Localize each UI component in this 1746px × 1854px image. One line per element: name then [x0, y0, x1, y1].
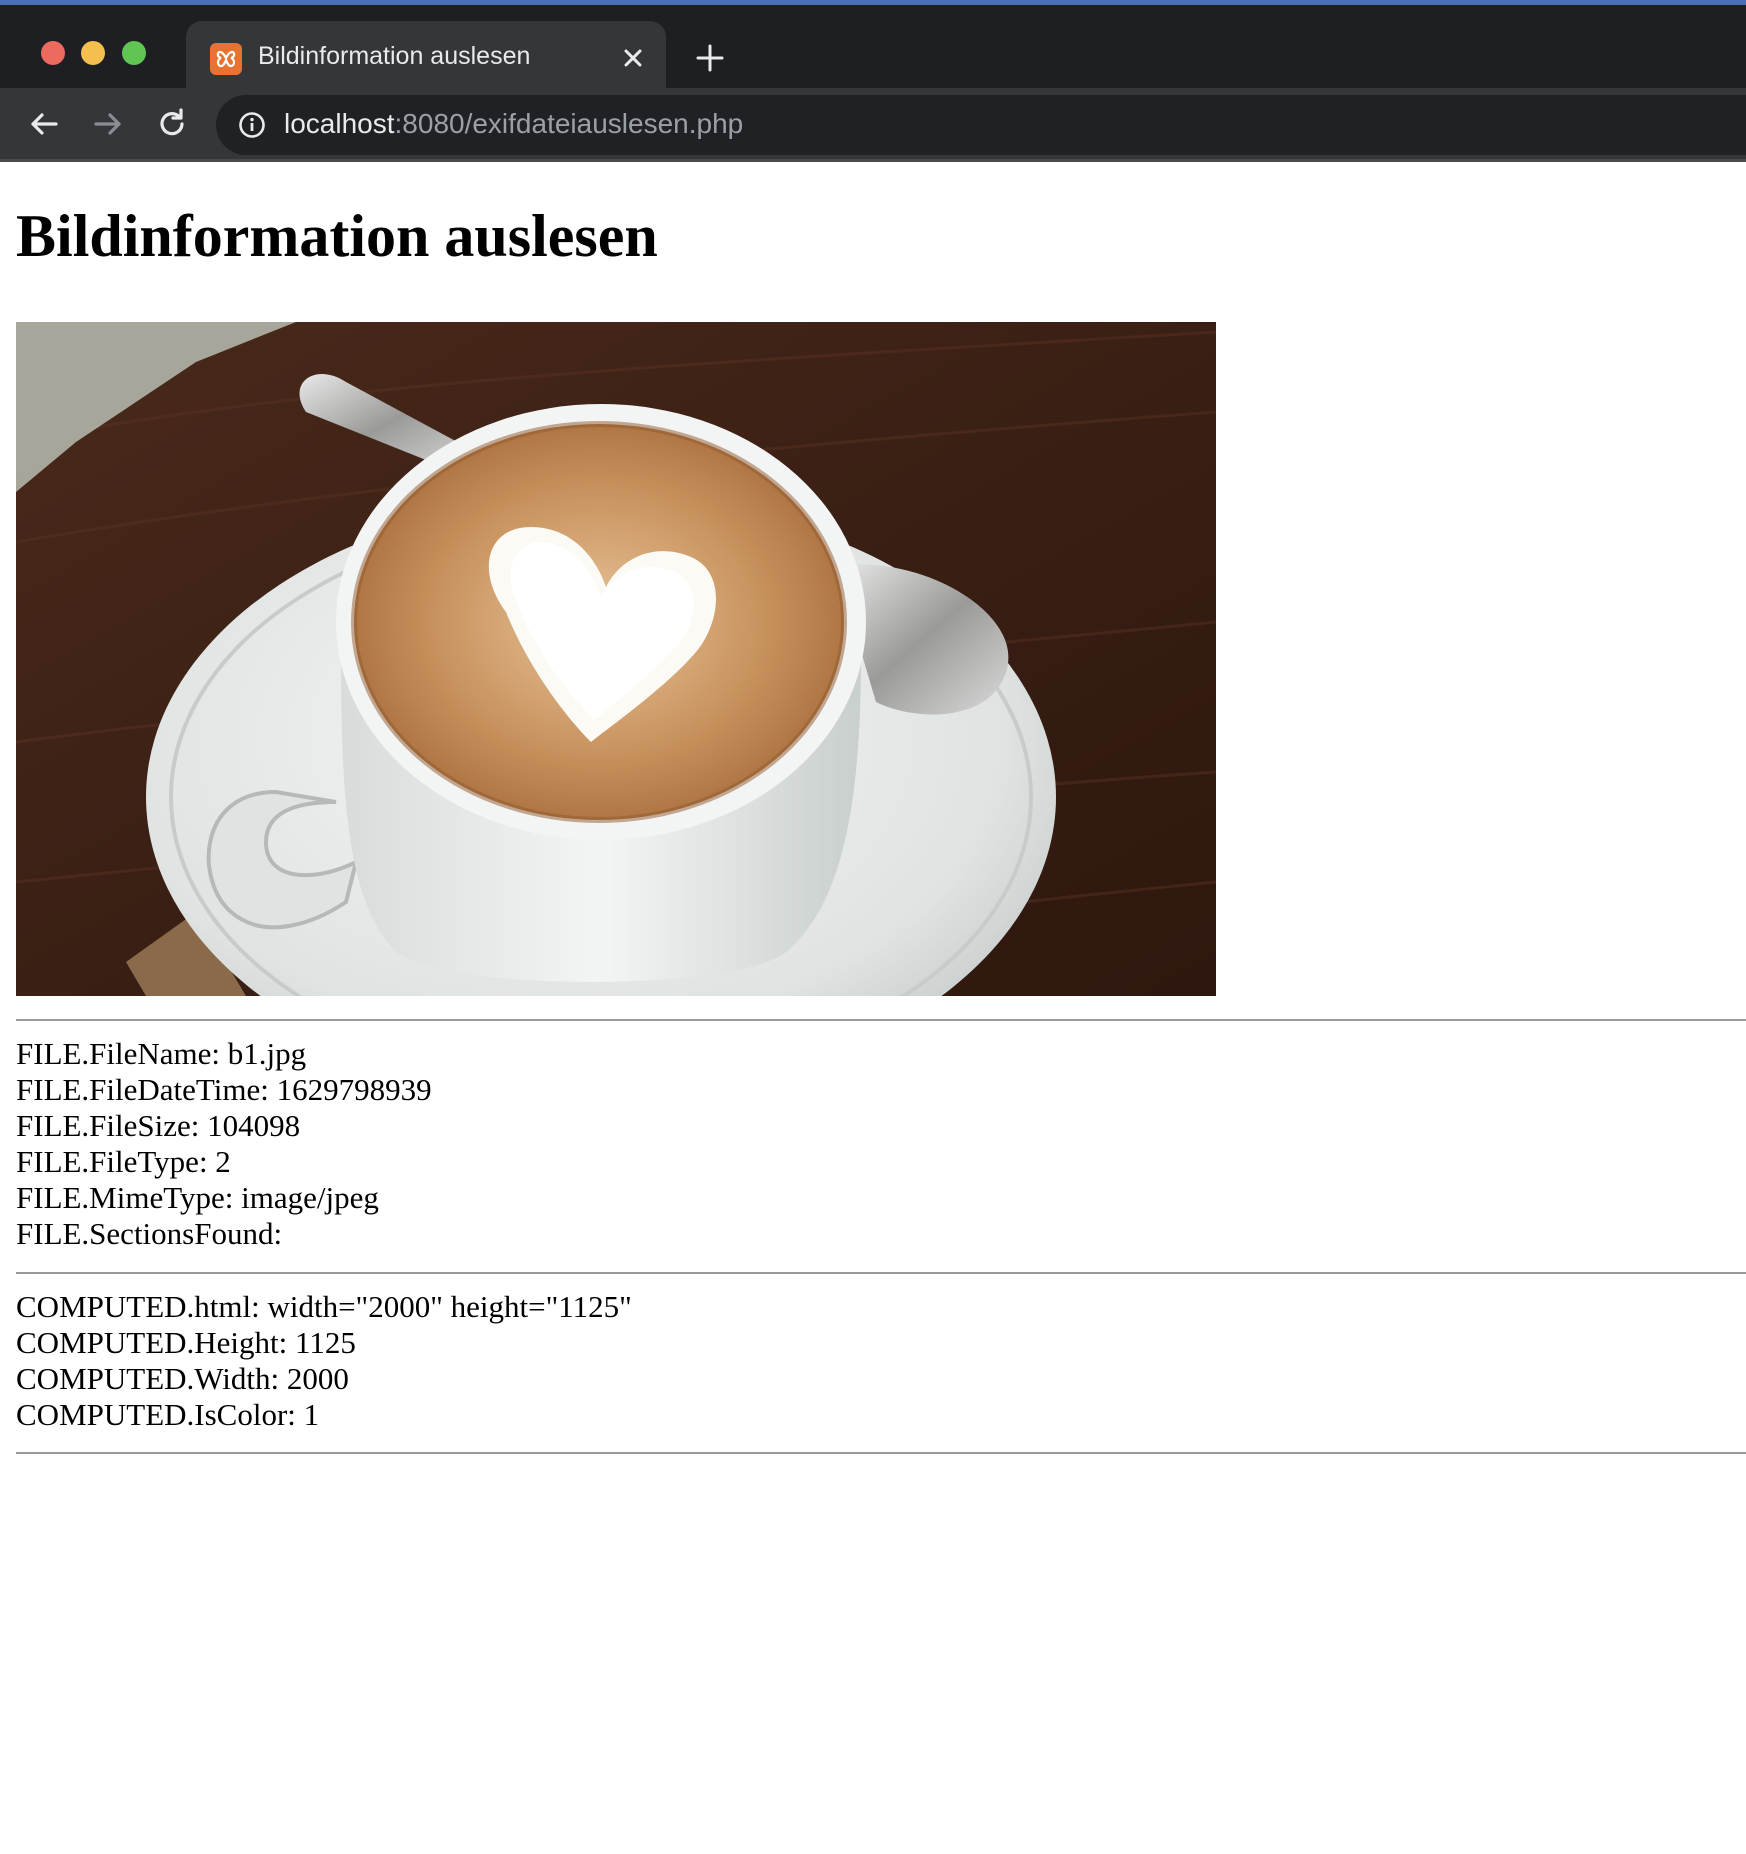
toolbar-divider [0, 159, 1746, 162]
url-host: localhost [284, 108, 395, 139]
file-info-line: FILE.FileName: b1.jpg [16, 1036, 307, 1071]
divider [16, 1019, 1746, 1021]
computed-info-line: COMPUTED.Height: 1125 [16, 1325, 356, 1360]
address-bar[interactable]: localhost:8080/exifdateiauslesen.php [216, 95, 1746, 155]
file-info-line: FILE.FileType: 2 [16, 1144, 231, 1179]
divider [16, 1452, 1746, 1454]
tab-active[interactable]: Bildinformation auslesen [186, 21, 666, 93]
info-icon[interactable] [238, 111, 266, 139]
url-text: localhost:8080/exifdateiauslesen.php [284, 108, 743, 140]
file-info-line: FILE.MimeType: image/jpeg [16, 1180, 379, 1215]
page-title: Bildinformation auslesen [16, 203, 658, 269]
maximize-window-button[interactable] [122, 41, 146, 65]
tab-bar: Bildinformation auslesen [0, 5, 1746, 93]
computed-info-list: COMPUTED.html: width="2000" height="1125… [16, 1289, 632, 1433]
back-arrow-icon[interactable] [26, 106, 62, 142]
divider [16, 1272, 1746, 1274]
computed-info-line: COMPUTED.IsColor: 1 [16, 1397, 320, 1432]
reload-icon[interactable] [154, 106, 190, 142]
coffee-cup-photo [16, 322, 1216, 996]
file-info-line: FILE.SectionsFound: [16, 1216, 283, 1251]
minimize-window-button[interactable] [81, 41, 105, 65]
toolbar: localhost:8080/exifdateiauslesen.php [0, 88, 1746, 162]
computed-info-line: COMPUTED.html: width="2000" height="1125… [16, 1289, 632, 1324]
file-info-line: FILE.FileSize: 104098 [16, 1108, 301, 1143]
new-tab-plus-icon[interactable] [693, 41, 727, 75]
url-path: :8080/exifdateiauslesen.php [394, 108, 744, 139]
close-icon[interactable] [618, 43, 648, 73]
forward-arrow-icon[interactable] [90, 106, 126, 142]
browser-window: Bildinformation auslesen localhost:8080/… [0, 0, 1746, 1854]
file-info-line: FILE.FileDateTime: 1629798939 [16, 1072, 432, 1107]
computed-info-line: COMPUTED.Width: 2000 [16, 1361, 349, 1396]
file-info-list: FILE.FileName: b1.jpg FILE.FileDateTime:… [16, 1036, 432, 1252]
close-window-button[interactable] [41, 41, 65, 65]
tab-title: Bildinformation auslesen [258, 42, 531, 70]
xampp-icon [210, 43, 242, 75]
